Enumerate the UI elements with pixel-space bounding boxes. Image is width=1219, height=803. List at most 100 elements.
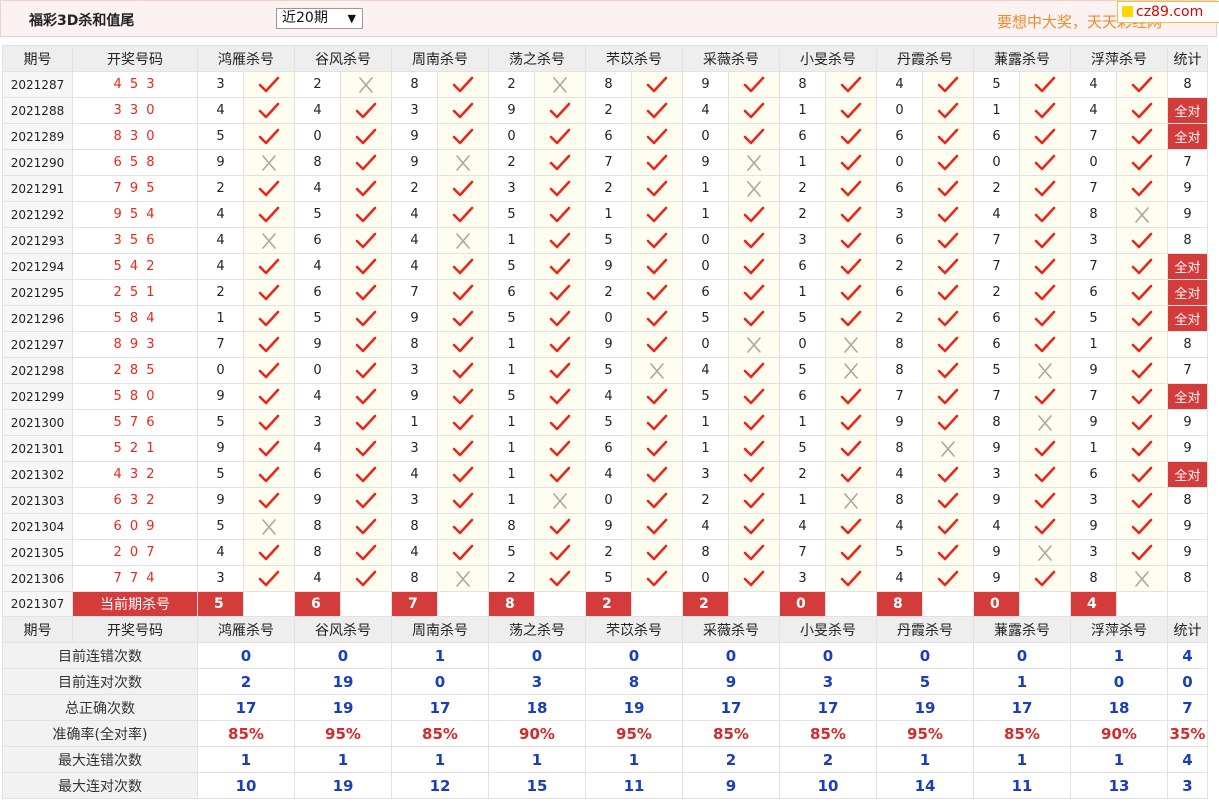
current-kill-number: 2 (682, 591, 729, 617)
kill-number-cell: 3 (391, 357, 438, 384)
col-header-expert[interactable]: 小旻杀号 (779, 45, 877, 72)
kill-number-cell: 8 (973, 409, 1020, 436)
kill-number-cell: 9 (973, 435, 1020, 462)
col-header-expert[interactable]: 采薇杀号 (682, 616, 780, 643)
correct-count-cell: 8 (1167, 227, 1208, 254)
col-header-expert[interactable]: 谷风杀号 (294, 616, 392, 643)
table-row: 2021297 8 9 37 9 8 1 9 0 0 8 6 1 8 (2, 331, 1208, 358)
stats-value: 11 (585, 772, 683, 799)
col-header-expert[interactable]: 丹霞杀号 (876, 616, 974, 643)
stats-label: 最大连对次数 (2, 772, 198, 799)
draw-number-cell: 4 3 2 (72, 461, 198, 488)
check-icon (1034, 310, 1056, 326)
col-header-expert[interactable]: 周南杀号 (391, 616, 489, 643)
check-icon (549, 258, 571, 274)
kill-number-cell: 1 (682, 435, 729, 462)
kill-number-cell: 8 (876, 487, 923, 514)
result-mark-cell (243, 513, 295, 540)
check-icon (646, 206, 668, 222)
result-mark-cell (825, 487, 877, 514)
stats-value: 0 (391, 668, 489, 695)
kill-number-cell: 9 (1070, 357, 1117, 384)
kill-number-cell: 2 (682, 487, 729, 514)
kill-number-cell: 1 (585, 201, 632, 228)
result-mark-cell (728, 175, 780, 202)
result-mark-cell (825, 383, 877, 410)
col-header-expert[interactable]: 荡之杀号 (488, 616, 586, 643)
stats-value: 0 (197, 642, 295, 669)
result-mark-cell (631, 175, 683, 202)
col-header-expert[interactable]: 荡之杀号 (488, 45, 586, 72)
result-mark-cell (340, 539, 392, 566)
col-header-expert[interactable]: 芣苡杀号 (585, 45, 683, 72)
kill-number-cell: 8 (391, 71, 438, 98)
col-header-expert[interactable]: 小旻杀号 (779, 616, 877, 643)
col-header-expert[interactable]: 谷风杀号 (294, 45, 392, 72)
col-header-expert[interactable]: 蒹露杀号 (973, 616, 1071, 643)
result-mark-cell (1116, 513, 1168, 540)
kill-number-cell: 9 (973, 539, 1020, 566)
result-mark-cell (728, 461, 780, 488)
result-mark-cell (922, 357, 974, 384)
stats-total: 35% (1167, 720, 1208, 747)
kill-number-cell: 2 (391, 175, 438, 202)
cross-icon (262, 232, 276, 249)
table-row: 2021304 6 0 95 8 8 8 9 4 4 4 4 9 9 (2, 513, 1208, 540)
check-icon (840, 284, 862, 300)
col-header-expert[interactable]: 浮萍杀号 (1070, 45, 1168, 72)
empty-cell (825, 591, 877, 617)
empty-cell (1019, 591, 1071, 617)
stats-value: 0 (488, 642, 586, 669)
kill-number-cell: 4 (876, 461, 923, 488)
column-header-row: 期号 开奖号码 鸿雁杀号 谷风杀号 周南杀号 荡之杀号 芣苡杀号 采薇杀号 小旻杀号 丹霞杀号 蒹露… (2, 45, 1208, 72)
check-icon (646, 388, 668, 404)
col-header-expert[interactable]: 采薇杀号 (682, 45, 780, 72)
kill-number-cell: 5 (779, 357, 826, 384)
col-header-expert[interactable]: 丹霞杀号 (876, 45, 974, 72)
check-icon (258, 414, 280, 430)
col-header-expert[interactable]: 鸿雁杀号 (197, 616, 295, 643)
result-mark-cell (437, 565, 489, 592)
kill-number-cell: 4 (294, 175, 341, 202)
result-mark-cell (1116, 539, 1168, 566)
check-icon (1034, 232, 1056, 248)
current-kill-number: 8 (876, 591, 923, 617)
table-row: 2021287 4 5 33 2 8 2 8 9 8 4 5 4 8 (2, 71, 1208, 98)
kill-number-cell: 6 (488, 279, 535, 306)
result-mark-cell (243, 435, 295, 462)
cross-icon (456, 154, 470, 171)
col-header-expert[interactable]: 芣苡杀号 (585, 616, 683, 643)
check-icon (1034, 388, 1056, 404)
stats-value: 18 (1070, 694, 1168, 721)
col-header-expert[interactable]: 鸿雁杀号 (197, 45, 295, 72)
result-mark-cell (631, 227, 683, 254)
result-mark-cell (340, 123, 392, 150)
stats-row: 总正确次数 17 19 17 18 19 17 17 19 17 18 7 (2, 694, 1208, 721)
check-icon (646, 284, 668, 300)
chevron-down-icon: ▼ (347, 12, 356, 25)
kill-number-cell: 6 (1070, 279, 1117, 306)
result-mark-cell (534, 331, 586, 358)
result-mark-cell (340, 331, 392, 358)
result-mark-cell (631, 201, 683, 228)
result-mark-cell (728, 513, 780, 540)
col-header-expert[interactable]: 浮萍杀号 (1070, 616, 1168, 643)
period-cell: 2021290 (2, 149, 73, 176)
kill-number-cell: 9 (1070, 409, 1117, 436)
result-mark-cell (631, 383, 683, 410)
result-mark-cell (728, 383, 780, 410)
result-mark-cell (243, 71, 295, 98)
period-range-select[interactable]: 近20期 ▼ (276, 8, 363, 29)
col-header-expert[interactable]: 蒹露杀号 (973, 45, 1071, 72)
site-logo[interactable]: cz89.com (1117, 1, 1219, 23)
result-mark-cell (631, 461, 683, 488)
all-correct-badge: 全对 (1167, 123, 1208, 150)
stats-value: 17 (682, 694, 780, 721)
table-row: 2021295 2 5 1 2 6 7 6 2 6 1 6 2 6 全对 (2, 279, 1208, 306)
kill-number-cell: 2 (973, 279, 1020, 306)
check-icon (937, 102, 959, 118)
col-header-expert[interactable]: 周南杀号 (391, 45, 489, 72)
stats-value: 0 (1070, 668, 1168, 695)
result-mark-cell (1019, 461, 1071, 488)
result-mark-cell (534, 357, 586, 384)
